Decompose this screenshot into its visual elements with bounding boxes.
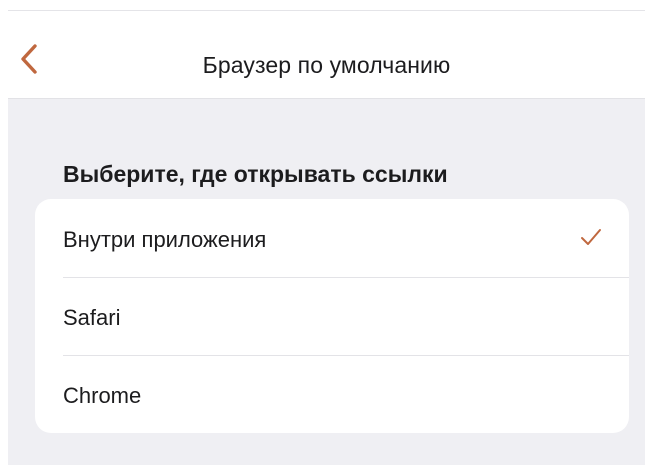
browser-options-list: Внутри приложения Safari Chrome xyxy=(35,199,629,433)
navigation-bar: Браузер по умолчанию xyxy=(8,11,645,99)
option-in-app[interactable]: Внутри приложения xyxy=(35,199,629,277)
option-label: Внутри приложения xyxy=(63,227,267,252)
checkmark-icon xyxy=(579,225,603,249)
option-label: Safari xyxy=(63,305,121,330)
section-title: Выберите, где открывать ссылки xyxy=(63,161,448,187)
page-title: Браузер по умолчанию xyxy=(202,52,451,78)
option-label: Chrome xyxy=(63,383,142,408)
option-chrome[interactable]: Chrome xyxy=(35,355,629,433)
settings-screen: Браузер по умолчанию Выберите, где откры… xyxy=(8,10,645,465)
option-safari[interactable]: Safari xyxy=(35,277,629,355)
